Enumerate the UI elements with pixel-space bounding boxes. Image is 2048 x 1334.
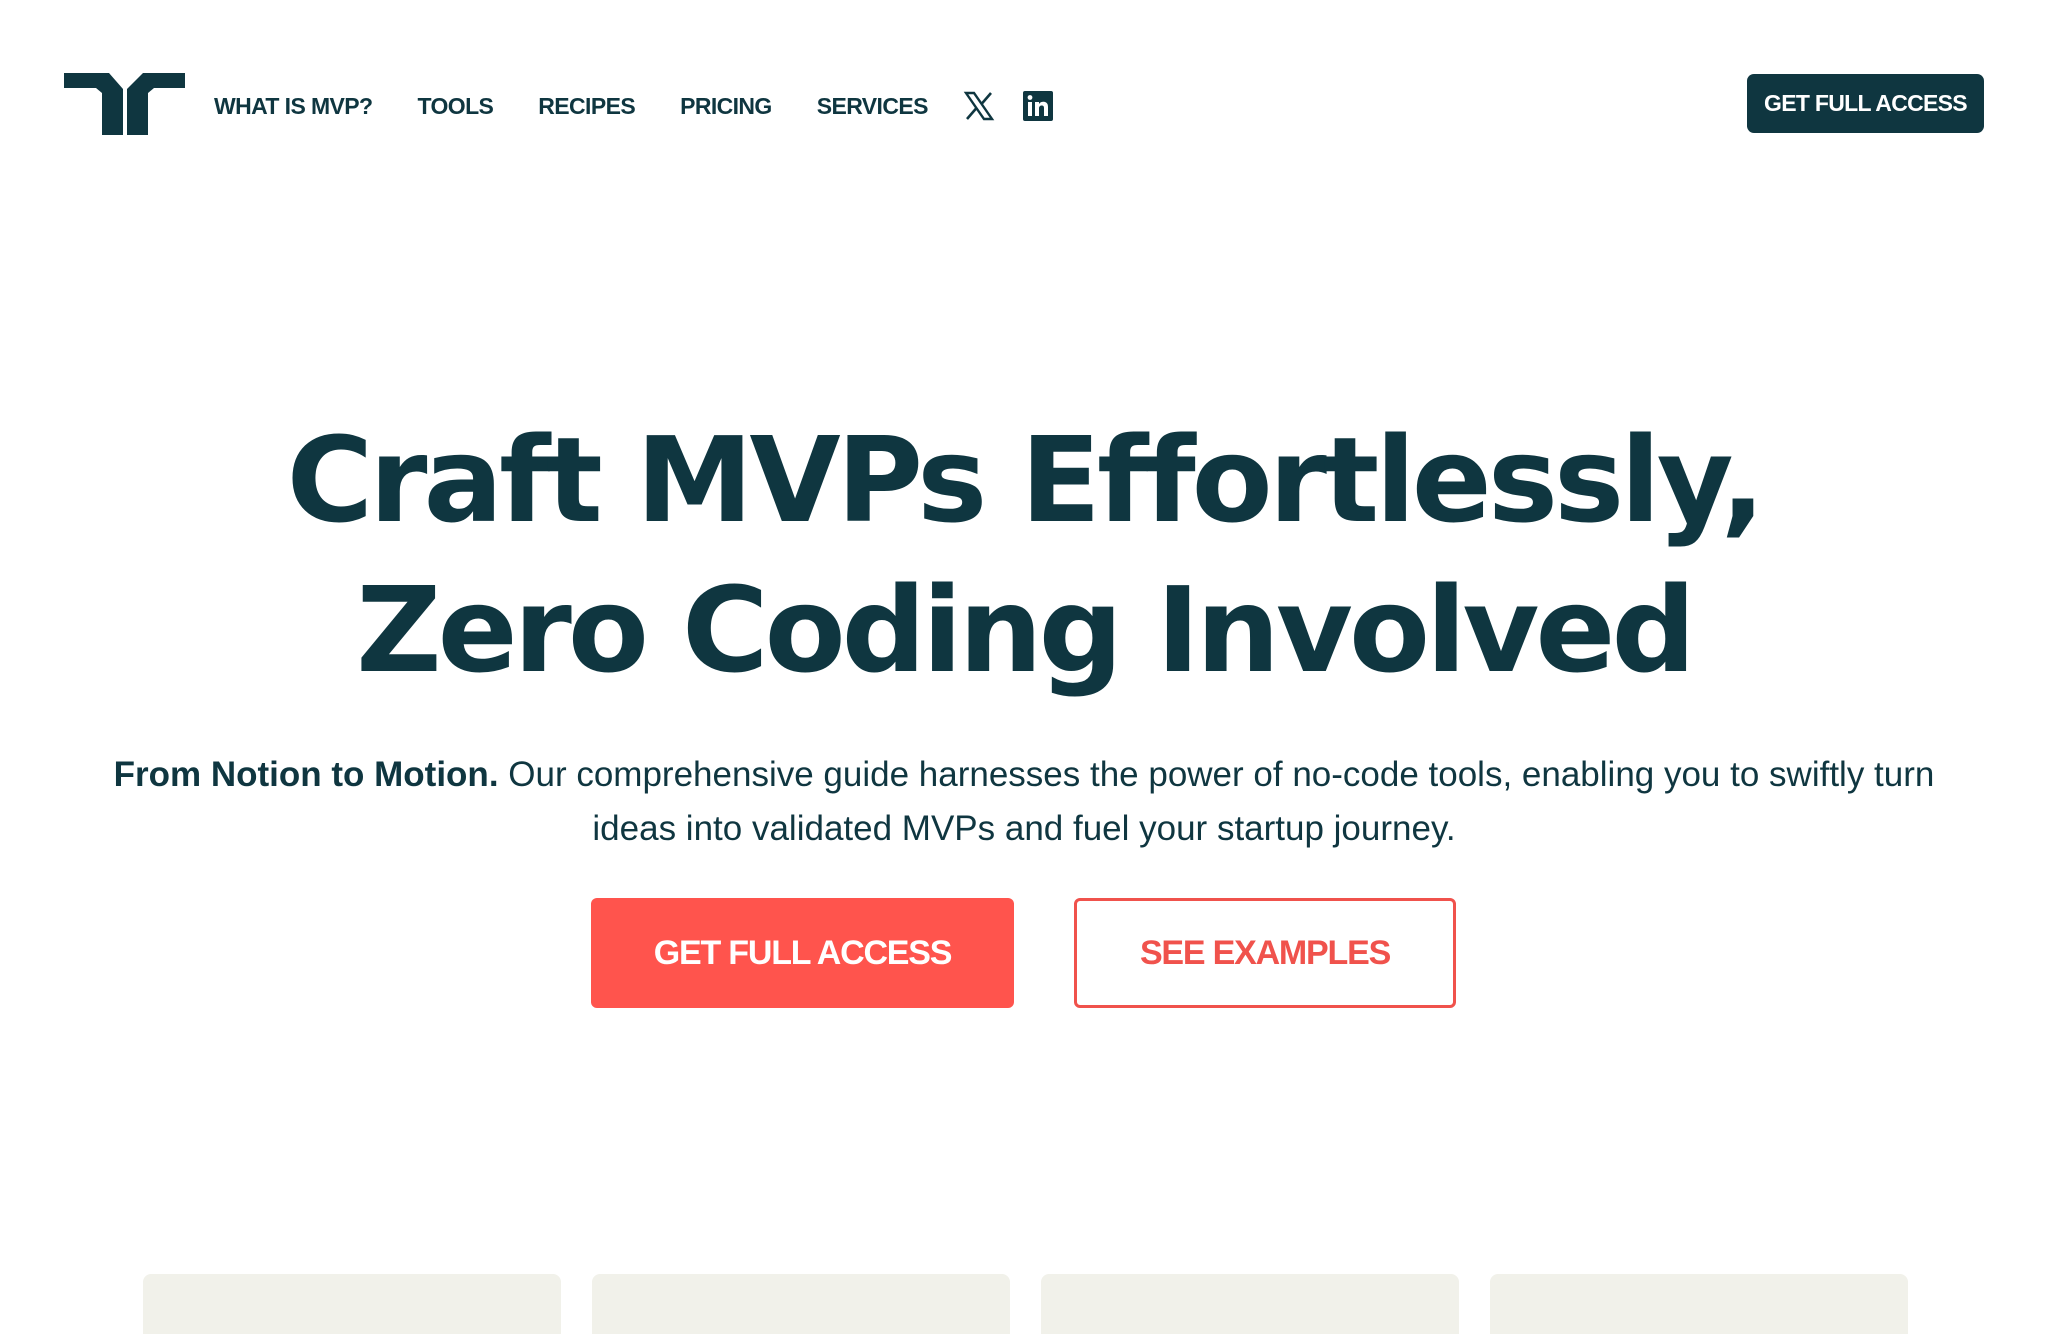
get-full-access-button[interactable]: GET FULL ACCESS [591,898,1014,1008]
brand-logo-icon[interactable] [64,73,185,135]
nav-item-tools[interactable]: TOOLS [417,93,493,120]
hero-title-line-2: Zero Coding Involved [356,561,1696,699]
hero-title-line-1: Craft MVPs Effortlessly, [286,411,1766,549]
main-nav: WHAT IS MVP? TOOLS RECIPES PRICING SERVI… [214,86,973,126]
social-links [963,90,1053,122]
x-twitter-icon[interactable] [963,90,995,122]
hero-subtitle-strong: From Notion to Motion. [113,755,499,794]
hero-subtitle: From Notion to Motion. Our comprehensive… [80,748,1968,856]
nav-item-pricing[interactable]: PRICING [680,93,772,120]
feature-card[interactable] [1490,1274,1908,1334]
nav-item-services[interactable]: SERVICES [817,93,929,120]
header-get-full-access-button[interactable]: GET FULL ACCESS [1747,74,1984,133]
see-examples-button[interactable]: SEE EXAMPLES [1074,898,1456,1008]
feature-card[interactable] [143,1274,561,1334]
nav-item-recipes[interactable]: RECIPES [538,93,635,120]
hero-subtitle-text: Our comprehensive guide harnesses the po… [498,755,1935,848]
linkedin-icon[interactable] [1023,91,1053,121]
hero-title: Craft MVPs Effortlessly, Zero Coding Inv… [0,405,2048,705]
feature-card[interactable] [1041,1274,1459,1334]
feature-card[interactable] [592,1274,1010,1334]
feature-cards [143,1274,1939,1334]
nav-item-what-is-mvp[interactable]: WHAT IS MVP? [214,93,373,120]
